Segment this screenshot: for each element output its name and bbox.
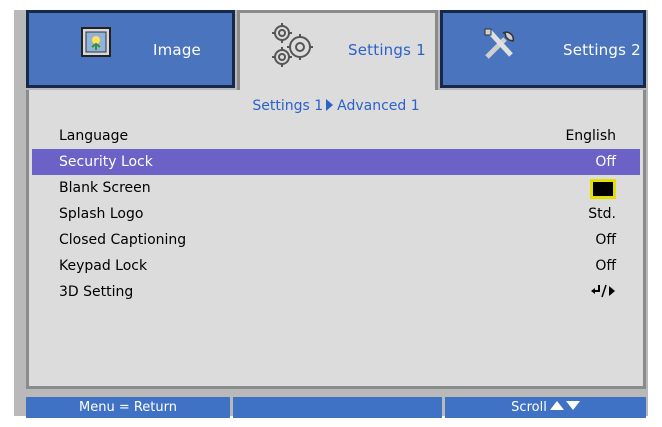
row-label: Keypad Lock [59,258,148,274]
scroll-label: Scroll [511,400,547,415]
row-label: Splash Logo [59,206,144,222]
breadcrumb-parent: Settings 1 [252,98,324,114]
menu-row-splash-logo[interactable]: Splash Logo Std. [32,201,640,227]
menu-row-language[interactable]: Language English [32,123,640,149]
row-label: Language [59,128,129,144]
scroll-down-icon [565,401,580,410]
gears-icon [268,21,318,73]
scroll-up-icon [549,401,564,410]
row-value: Off [595,154,616,170]
tab-settings-1-label: Settings 1 [348,41,426,59]
breadcrumb: Settings 1 Advanced 1 [29,98,643,114]
menu-return-label: Menu = Return [79,400,177,415]
tab-settings-1[interactable]: Settings 1 [237,10,438,93]
settings-panel: Settings 1 Advanced 1 Language English Se… [26,90,646,389]
row-value: Off [595,232,616,248]
row-label: Security Lock [59,154,153,170]
bottom-bar: Menu = Return Scroll [26,397,646,418]
breadcrumb-current: Advanced 1 [337,98,420,114]
row-value: Std. [588,206,616,222]
tools-icon [481,25,519,67]
image-icon [81,27,111,61]
bottom-bar-middle [233,397,442,418]
menu-row-keypad-lock[interactable]: Keypad Lock Off [32,253,640,279]
blank-screen-color-swatch [590,179,616,199]
menu-return-hint: Menu = Return [26,397,230,418]
tab-settings-2-label: Settings 2 [563,41,641,59]
row-value: Off [595,258,616,274]
row-label: Closed Captioning [59,232,187,248]
menu-row-3d-setting[interactable]: 3D Setting [32,279,640,305]
tab-image-label: Image [153,41,201,59]
tab-image[interactable]: Image [26,10,235,88]
enter-right-icon [590,283,616,303]
row-value: English [565,128,616,144]
menu-row-closed-captioning[interactable]: Closed Captioning Off [32,227,640,253]
menu-row-blank-screen[interactable]: Blank Screen [32,175,640,201]
row-label: Blank Screen [59,180,151,196]
menu-row-security-lock[interactable]: Security Lock Off [32,149,640,175]
scroll-hint: Scroll [445,397,646,418]
breadcrumb-arrow-icon [326,99,334,111]
row-label: 3D Setting [59,284,134,300]
tab-settings-2[interactable]: Settings 2 [440,10,646,88]
